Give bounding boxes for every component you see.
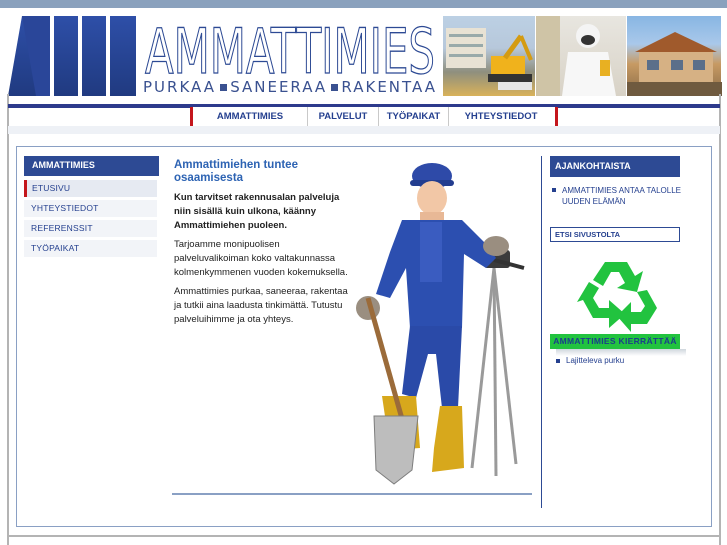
sidebar-item-yhteystiedot[interactable]: YHTEYSTIEDOT (24, 200, 157, 217)
sidebar-heading: AMMATTIMIES (24, 156, 159, 176)
page-frame-left (7, 94, 9, 545)
photo-worker-protective-suit (536, 16, 627, 96)
mm-logo-icon[interactable] (8, 16, 136, 96)
article-title: Ammattimiehen tuntee osaamisesta (174, 159, 298, 184)
brand-tagline: PURKAA SANEERAA RAKENTAA (143, 78, 437, 96)
news-item-text[interactable]: AMMATTIMIES ANTAA TALOLLE UUDEN ELÄMÄN (562, 185, 682, 207)
sidebar-menu: ETUSIVU YHTEYSTIEDOT REFERENSSIT TYÖPAIK… (24, 180, 157, 260)
recycle-banner[interactable]: AMMATTIMIES KIERRÄTTÄÄ (550, 334, 680, 349)
header-photos (443, 16, 722, 96)
recycling-link-text[interactable]: Lajitteleva purku (566, 356, 624, 365)
sidebar-item-etusivu[interactable]: ETUSIVU (24, 180, 157, 197)
tagline-word: SANEERAA (230, 78, 328, 96)
top-strip (0, 0, 727, 8)
tagline-word: RAKENTAA (341, 78, 437, 96)
article-paragraph: Tarjoamme monipuolisen palveluvalikoiman… (174, 239, 348, 278)
site-search-box[interactable]: ETSI SIVUSTOLTA (550, 227, 680, 242)
nav-shadow (8, 126, 720, 134)
recycle-icon[interactable] (575, 258, 657, 334)
main-article: Ammattimiehen tuntee osaamisesta Kun tar… (174, 159, 352, 332)
square-icon (330, 83, 338, 91)
tagline-word: PURKAA (143, 78, 216, 96)
column-divider (541, 156, 542, 508)
recycle-banner-shadow (556, 349, 686, 356)
bullet-icon (556, 358, 560, 363)
photo-building-site (443, 16, 536, 96)
content-baseline (172, 493, 532, 495)
excavator-image (446, 28, 533, 90)
nav-item-palvelut[interactable]: PALVELUT (308, 107, 379, 126)
bullet-icon (552, 188, 556, 192)
nav-item-yhteystiedot[interactable]: YHTEYSTIEDOT (449, 107, 553, 126)
top-navigation: AMMATTIMIES PALVELUT TYÖPAIKAT YHTEYSTIE… (190, 107, 558, 126)
page-frame-right (719, 94, 721, 545)
house-image (627, 32, 722, 96)
footer-rule (8, 535, 720, 537)
square-icon (219, 83, 227, 91)
sidebar-item-referenssit[interactable]: REFERENSSIT (24, 220, 157, 237)
site-header: AMMATTIMIES PURKAA SANEERAA RAKENTAA (0, 8, 727, 96)
recycling-link[interactable]: Lajitteleva purku (556, 356, 624, 365)
article-lead: Kun tarvitset rakennusalan palveluja nii… (174, 192, 340, 231)
nav-item-tyopaikat[interactable]: TYÖPAIKAT (379, 107, 449, 126)
article-paragraph: Ammattimies purkaa, saneeraa, rakentaa j… (174, 286, 348, 325)
photo-house-construction (627, 16, 722, 96)
brand-wordmark: AMMATTIMIES (144, 17, 435, 77)
nav-item-ammattimies[interactable]: AMMATTIMIES (193, 107, 308, 126)
protective-suit-image (536, 16, 616, 96)
brand-title: AMMATTIMIES (145, 17, 435, 77)
news-heading: AJANKOHTAISTA (550, 156, 680, 177)
news-item[interactable]: AMMATTIMIES ANTAA TALOLLE UUDEN ELÄMÄN (552, 185, 682, 207)
worker-with-shovel-image (356, 163, 525, 485)
sidebar-item-tyopaikat[interactable]: TYÖPAIKAT (24, 240, 157, 257)
